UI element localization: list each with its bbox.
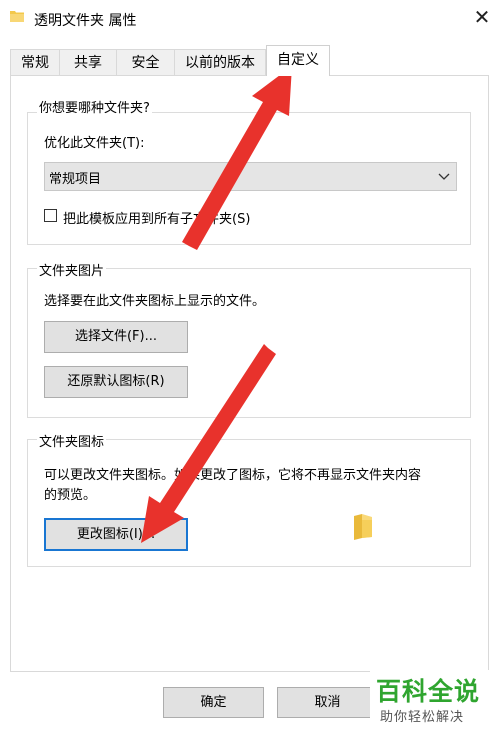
- watermark-subtitle: 助你轻松解决: [380, 710, 465, 725]
- restore-default-button[interactable]: 还原默认图标(R): [44, 366, 188, 398]
- chevron-down-icon: [438, 173, 450, 180]
- apply-subfolders-checkbox[interactable]: [44, 209, 57, 222]
- apply-subfolders-label: 把此模板应用到所有子文件夹(S): [63, 212, 251, 227]
- tab-previous-versions[interactable]: 以前的版本: [174, 49, 266, 75]
- optimize-label: 优化此文件夹(T):: [44, 136, 145, 151]
- change-icon-button[interactable]: 更改图标(I)...: [44, 518, 188, 551]
- cancel-button[interactable]: 取消: [277, 687, 378, 718]
- folder-icon-desc-line2: 的预览。: [44, 488, 97, 503]
- choose-file-button[interactable]: 选择文件(F)...: [44, 321, 188, 353]
- ok-button[interactable]: 确定: [163, 687, 264, 718]
- folder-type-title: 你想要哪种文件夹?: [37, 97, 152, 116]
- tab-customize[interactable]: 自定义: [266, 45, 330, 76]
- folder-icon-desc-line1: 可以更改文件夹图标。如果更改了图标，它将不再显示文件夹内容: [44, 468, 422, 483]
- folder-picture-desc: 选择要在此文件夹图标上显示的文件。: [44, 294, 266, 309]
- watermark-title: 百科全说: [376, 677, 481, 706]
- close-button[interactable]: ✕: [470, 6, 494, 28]
- folder-icon-title: 文件夹图标: [37, 431, 107, 450]
- tab-sharing[interactable]: 共享: [59, 49, 117, 75]
- watermark-logo: 百科全说 助你轻松解决: [370, 670, 500, 731]
- folder-preview-icon: [354, 514, 372, 540]
- tab-security[interactable]: 安全: [116, 49, 175, 75]
- title-bar: 透明文件夹 属性 ✕: [0, 0, 500, 38]
- tab-general[interactable]: 常规: [10, 49, 60, 75]
- optimize-select[interactable]: 常规项目: [44, 162, 457, 191]
- optimize-select-value: 常规项目: [49, 172, 102, 187]
- folder-icon: [10, 11, 24, 22]
- folder-picture-title: 文件夹图片: [37, 260, 107, 279]
- window-title: 透明文件夹 属性: [34, 13, 137, 29]
